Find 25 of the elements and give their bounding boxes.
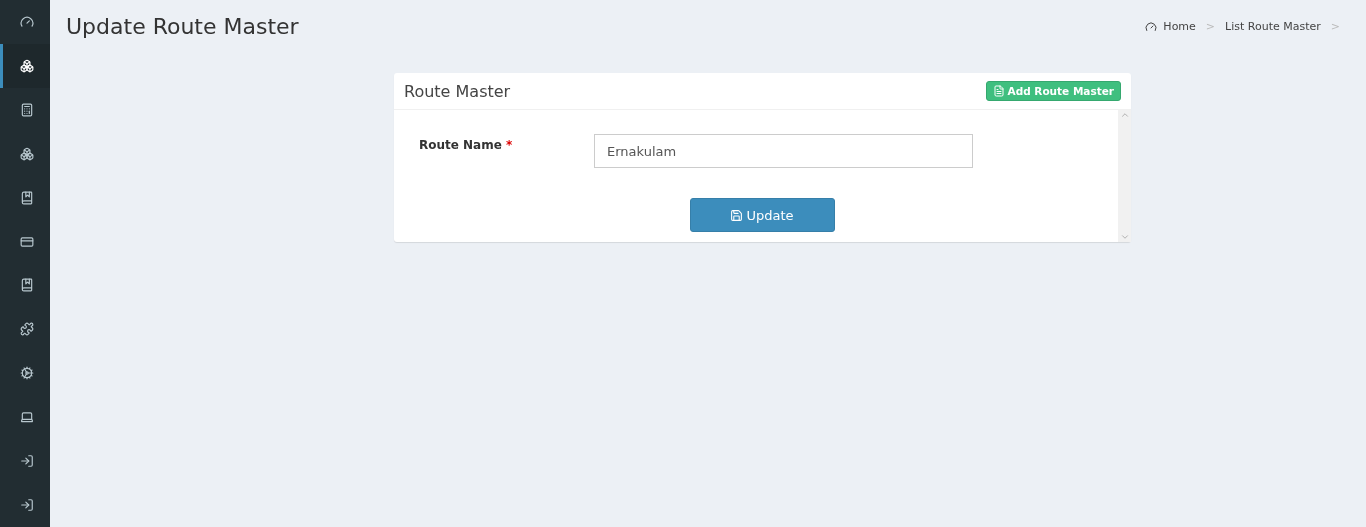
boxes-icon: [19, 146, 34, 161]
calculator-icon: [19, 102, 34, 117]
book-icon: [19, 190, 34, 205]
field-label: Route Name *: [419, 137, 514, 152]
sign-in-icon: [19, 498, 34, 513]
sidebar-item[interactable]: [0, 43, 50, 88]
breadcrumb-link[interactable]: List Route Master: [1225, 20, 1321, 33]
credit-card-icon: [19, 234, 34, 249]
page-title: Update Route Master: [66, 14, 299, 39]
save-icon: [730, 208, 744, 222]
gear-icon: [19, 366, 34, 381]
breadcrumb-link[interactable]: Home: [1163, 20, 1196, 33]
breadcrumb-separator: >: [1330, 20, 1340, 33]
boxes-icon: [19, 58, 34, 73]
update-button[interactable]: Update: [689, 198, 835, 232]
puzzle-icon: [19, 322, 34, 337]
laptop-icon: [19, 410, 34, 425]
card-title: Route Master: [404, 81, 511, 101]
breadcrumb-separator: >: [1205, 20, 1216, 33]
input-field[interactable]: Ernakulam: [594, 134, 973, 168]
gauge-icon: [19, 14, 34, 29]
sign-in-icon: [19, 454, 34, 469]
dashboard-icon: [1145, 20, 1158, 33]
file-icon: [992, 85, 1005, 97]
book-icon: [19, 278, 34, 293]
